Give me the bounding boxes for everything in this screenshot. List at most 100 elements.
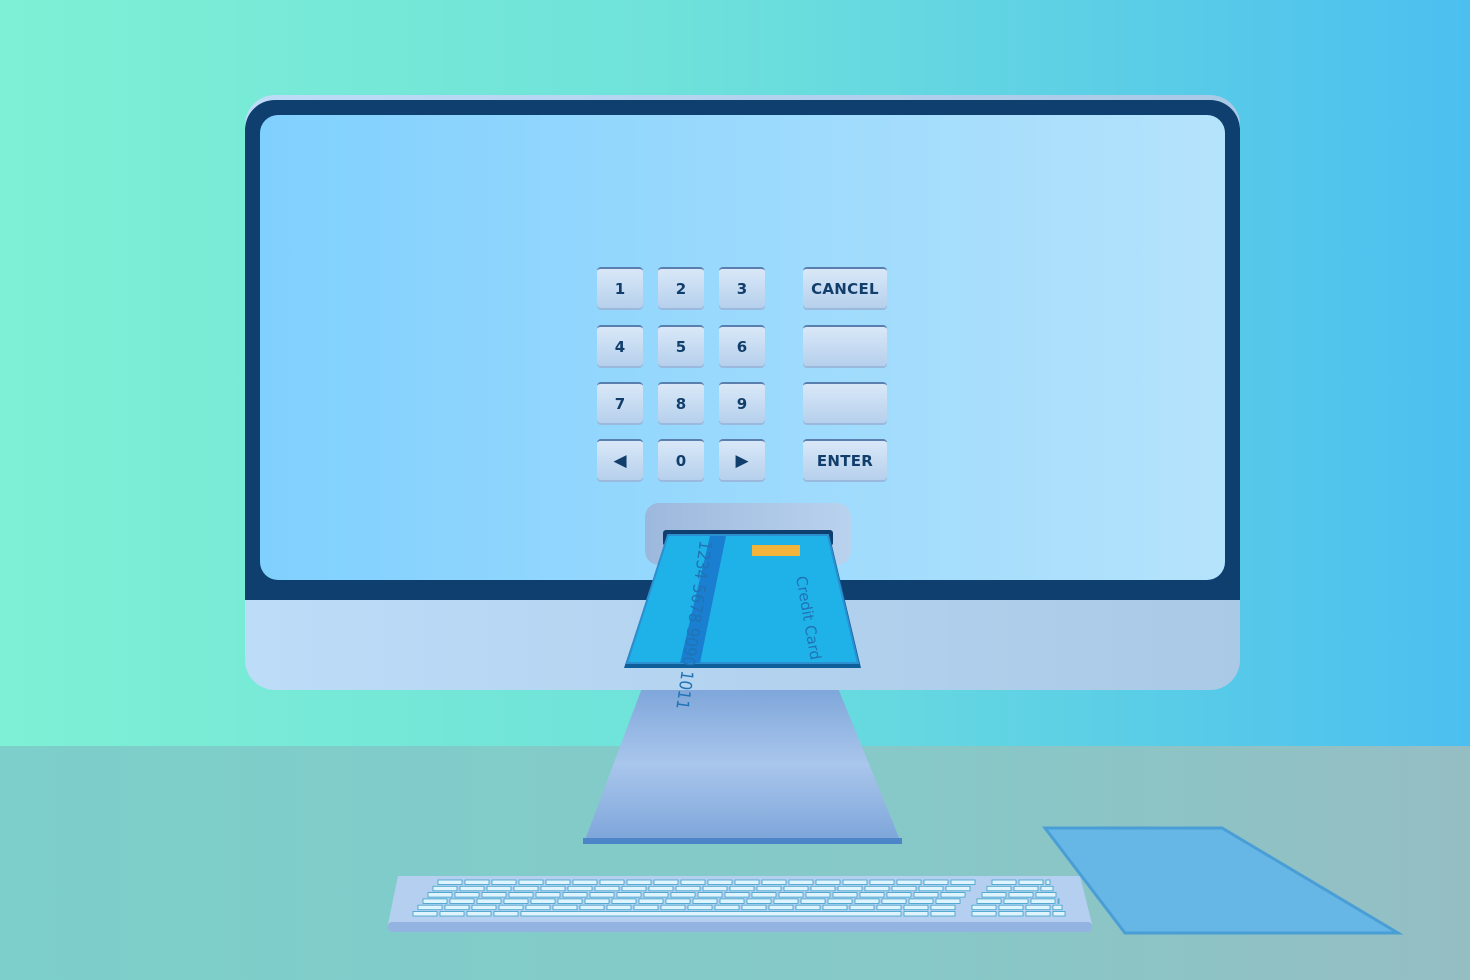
- keyboard-key: [1008, 892, 1034, 898]
- keyboard-key: [896, 879, 922, 885]
- keyboard-key: [971, 904, 997, 911]
- keyboard-key: [842, 879, 868, 885]
- keyboard-key: [1040, 885, 1054, 892]
- key-1[interactable]: 1: [597, 267, 643, 308]
- keyboard: [388, 876, 1092, 932]
- arrow-left-button[interactable]: ◀: [597, 439, 643, 480]
- cancel-button[interactable]: CANCEL: [803, 267, 887, 308]
- keyboard-key: [535, 892, 561, 898]
- keyboard-key: [991, 879, 1017, 885]
- keyboard-key: [687, 904, 713, 911]
- keyboard-key: [648, 885, 674, 892]
- keyboard-key: [491, 879, 517, 885]
- blank-button-1[interactable]: [803, 325, 887, 366]
- keyboard-key: [707, 879, 733, 885]
- keyboard-key: [552, 904, 578, 911]
- keyboard-key: [1013, 885, 1039, 892]
- keyboard-key: [459, 885, 485, 892]
- keyboard-key: [913, 892, 939, 898]
- keyboard-key: [822, 904, 848, 911]
- keyboard-key: [557, 898, 583, 904]
- keyboard-key: [1035, 892, 1057, 898]
- keyboard-key: [562, 892, 588, 898]
- keyboard-key: [986, 885, 1012, 892]
- keyboard-key: [594, 885, 620, 892]
- keyboard-key: [1045, 879, 1051, 885]
- keyboard-key: [503, 898, 529, 904]
- keyboard-key: [864, 885, 890, 892]
- keyboard-key: [493, 911, 519, 917]
- keyboard-key: [481, 892, 507, 898]
- keyboard-key: [881, 898, 907, 904]
- keyboard-key: [660, 904, 686, 911]
- keyboard-key: [768, 904, 794, 911]
- keyboard-key: [778, 892, 804, 898]
- keyboard-key: [714, 904, 740, 911]
- keyboard-key: [633, 904, 659, 911]
- keyboard-key: [810, 885, 836, 892]
- keyboard-key: [908, 898, 934, 904]
- keyboard-key: [540, 885, 566, 892]
- keyboard-key: [998, 911, 1024, 917]
- keyboard-key: [449, 898, 475, 904]
- keyboard-key: [626, 879, 652, 885]
- key-2[interactable]: 2: [658, 267, 704, 308]
- keyboard-key: [567, 885, 593, 892]
- computer-illustration: 1234 5678 9090 1011 Credit Card: [245, 95, 1404, 935]
- keyboard-key: [1018, 879, 1044, 885]
- keyboard-key: [756, 885, 782, 892]
- keyboard-key: [454, 892, 480, 898]
- key-0[interactable]: 0: [658, 439, 704, 480]
- keyboard-key: [616, 892, 642, 898]
- keyboard-key: [606, 904, 632, 911]
- keyboard-key: [859, 892, 885, 898]
- keyboard-key: [998, 904, 1024, 911]
- keyboard-key: [940, 892, 966, 898]
- key-3[interactable]: 3: [719, 267, 765, 308]
- monitor-stand: [585, 688, 900, 840]
- keyboard-key: [427, 892, 453, 898]
- chip-icon: [752, 545, 800, 556]
- keyboard-key: [886, 892, 912, 898]
- key-7[interactable]: 7: [597, 382, 643, 423]
- keyboard-key: [746, 898, 772, 904]
- keyboard-key: [589, 892, 615, 898]
- keyboard-key: [729, 885, 755, 892]
- keyboard-key: [1030, 898, 1056, 904]
- keyboard-key: [530, 898, 556, 904]
- enter-button[interactable]: ENTER: [803, 439, 887, 480]
- keyboard-key: [584, 898, 610, 904]
- key-5[interactable]: 5: [658, 325, 704, 366]
- keyboard-key: [525, 904, 551, 911]
- keyboard-key: [432, 885, 458, 892]
- keyboard-key: [761, 879, 787, 885]
- keyboard-key: [827, 898, 853, 904]
- keyboard-key: [444, 904, 470, 911]
- keyboard-key: [783, 885, 809, 892]
- keyboard-key: [751, 892, 777, 898]
- keyboard-key: [724, 892, 750, 898]
- key-4[interactable]: 4: [597, 325, 643, 366]
- keyboard-key: [498, 904, 524, 911]
- keyboard-key: [981, 892, 1007, 898]
- keyboard-key: [837, 885, 863, 892]
- keyboard-key: [675, 885, 701, 892]
- arrow-right-button[interactable]: ▶: [719, 439, 765, 480]
- keyboard-key: [466, 911, 492, 917]
- blank-button-2[interactable]: [803, 382, 887, 423]
- keyboard-key: [437, 879, 463, 885]
- keyboard-key: [1025, 911, 1051, 917]
- key-6[interactable]: 6: [719, 325, 765, 366]
- keyboard-key: [930, 911, 956, 917]
- keyboard-key: [476, 898, 502, 904]
- arrow-left-icon: ◀: [613, 450, 627, 471]
- keyboard-key: [891, 885, 917, 892]
- keyboard-key: [670, 892, 696, 898]
- keyboard-key: [903, 911, 929, 917]
- keyboard-key: [439, 911, 465, 917]
- keyboard-key: [950, 879, 976, 885]
- key-8[interactable]: 8: [658, 382, 704, 423]
- key-9[interactable]: 9: [719, 382, 765, 423]
- keyboard-key: [1057, 898, 1060, 904]
- keyboard-key: [621, 885, 647, 892]
